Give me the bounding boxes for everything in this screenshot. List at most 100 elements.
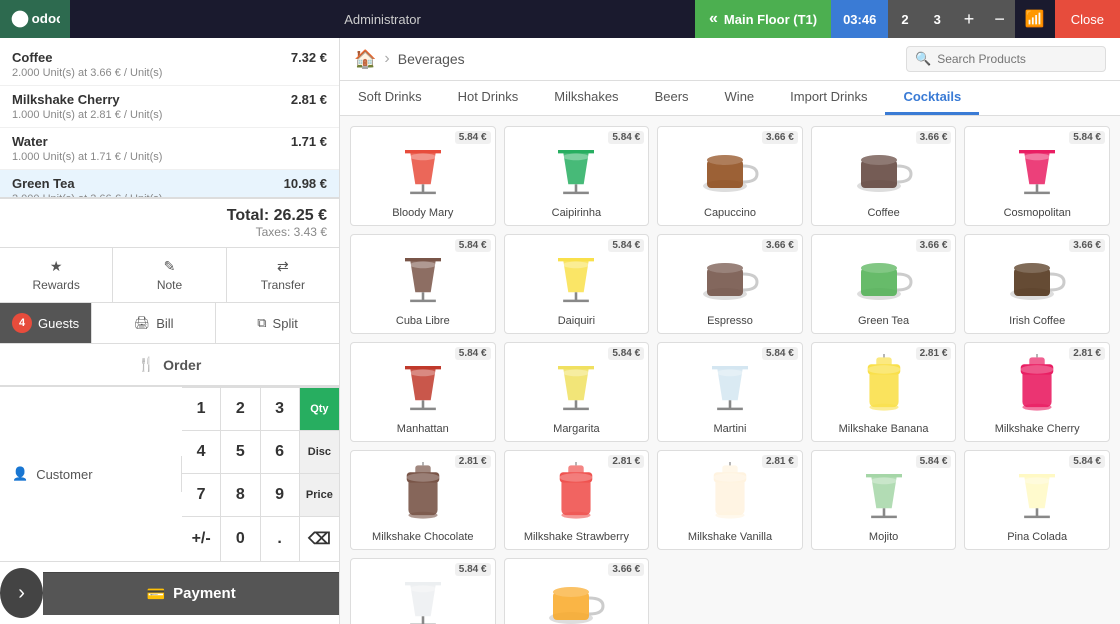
product-image [383, 241, 463, 311]
cat-tab-milk[interactable]: Milkshakes [536, 81, 636, 115]
floor-button[interactable]: « Main Floor (T1) [695, 0, 831, 38]
product-card[interactable]: 5.84 € Martini [657, 342, 803, 442]
product-name: Cosmopolitan [1004, 207, 1071, 219]
cat-tab-soft[interactable]: Soft Drinks [340, 81, 440, 115]
numpad-key-[interactable]: . [261, 516, 300, 561]
payment-button[interactable]: 💳 Payment [43, 572, 339, 615]
product-image [844, 457, 924, 527]
product-card[interactable]: 5.84 € Daiquiri [504, 234, 650, 334]
order-item[interactable]: Coffee 7.32 € 2.000 Unit(s) at 3.66 € / … [0, 44, 339, 86]
item-detail: 2.000 Unit(s) at 3.66 € / Unit(s) [12, 67, 327, 79]
product-card[interactable]: 3.66 € Espresso [657, 234, 803, 334]
product-image [383, 349, 463, 419]
note-button[interactable]: ✎ Note [113, 248, 226, 302]
product-card[interactable]: 5.84 € Margarita [504, 342, 650, 442]
transfer-button[interactable]: ⇄ Transfer [227, 248, 339, 302]
order-btn-row: 🍴 Order [0, 343, 339, 385]
customer-label: Customer [36, 467, 92, 482]
product-card[interactable]: 5.84 € Bloody Mary [350, 126, 496, 226]
cat-tab-import[interactable]: Import Drinks [772, 81, 885, 115]
product-price: 5.84 € [916, 455, 952, 468]
product-price: 5.84 € [1069, 455, 1105, 468]
product-card[interactable]: 5.84 € Cosmopolitan [964, 126, 1110, 226]
timer-2-value: 2 [901, 12, 908, 27]
cat-tab-hot[interactable]: Hot Drinks [440, 81, 537, 115]
product-name: Manhattan [397, 423, 449, 435]
product-price: 5.84 € [608, 239, 644, 252]
bill-button[interactable]: 🖨 Bill [91, 303, 216, 343]
product-image [536, 565, 616, 624]
numpad-key-1[interactable]: 1 [182, 387, 221, 430]
timer-1-button[interactable]: 03:46 [831, 0, 889, 38]
product-card[interactable]: 2.81 € Milkshake Cherry [964, 342, 1110, 442]
numpad-key-7[interactable]: 7 [182, 473, 221, 516]
product-card[interactable]: 3.66 € Capuccino [657, 126, 803, 226]
numpad-key-9[interactable]: 9 [261, 473, 300, 516]
product-card[interactable]: 3.66 € Irish Coffee [964, 234, 1110, 334]
numpad-top: 👤 Customer 123Qty 456Disc 789Price +/-0.⌫ [0, 387, 339, 561]
product-name: Martini [713, 423, 746, 435]
product-price: 5.84 € [455, 239, 491, 252]
numpad-key-[interactable]: +/- [182, 516, 221, 561]
search-input[interactable] [937, 52, 1097, 66]
numpad-key-2[interactable]: 2 [221, 387, 260, 430]
numpad-key-0[interactable]: 0 [221, 516, 260, 561]
cat-tab-wine[interactable]: Wine [707, 81, 773, 115]
product-name: Espresso [707, 315, 753, 327]
order-item[interactable]: Water 1.71 € 1.000 Unit(s) at 1.71 € / U… [0, 128, 339, 170]
cat-tab-cocktail[interactable]: Cocktails [885, 81, 979, 115]
product-card[interactable]: 3.66 € Green Tea [811, 234, 957, 334]
rewards-button[interactable]: ★ Rewards [0, 248, 113, 302]
order-button[interactable]: 🍴 Order [0, 344, 339, 385]
timer-minus-button[interactable]: − [984, 0, 1015, 38]
item-name: Coffee [12, 50, 52, 65]
split-button[interactable]: ⧉ Split [216, 303, 339, 343]
numpad-key-4[interactable]: 4 [182, 430, 221, 473]
numpad-key-Price[interactable]: Price [300, 473, 339, 516]
order-item[interactable]: Milkshake Cherry 2.81 € 1.000 Unit(s) at… [0, 86, 339, 128]
timer-plus-button[interactable]: + [954, 0, 985, 38]
svg-text:odoo: odoo [32, 11, 60, 26]
product-card[interactable]: 2.81 € Milkshake Banana [811, 342, 957, 442]
numpad-key-6[interactable]: 6 [261, 430, 300, 473]
guests-button[interactable]: 4 Guests [0, 303, 91, 343]
product-image [536, 241, 616, 311]
timer-2-button[interactable]: 2 [889, 0, 921, 38]
close-button[interactable]: Close [1055, 0, 1120, 38]
payment-arrow-button[interactable]: › [0, 568, 43, 618]
product-card[interactable]: 2.81 € Milkshake Chocolate [350, 450, 496, 550]
product-name: Milkshake Chocolate [372, 531, 474, 543]
product-card[interactable]: 2.81 € Milkshake Vanilla [657, 450, 803, 550]
product-card[interactable]: 5.84 € Caipirinha [504, 126, 650, 226]
numpad-key-Qty[interactable]: Qty [300, 387, 339, 430]
product-card[interactable]: 3.66 € Coffee [811, 126, 957, 226]
timer-3-button[interactable]: 3 [922, 0, 954, 38]
numpad-key-Disc[interactable]: Disc [300, 430, 339, 473]
product-card[interactable]: 5.84 € White Russian [350, 558, 496, 624]
main-layout: Coffee 7.32 € 2.000 Unit(s) at 3.66 € / … [0, 38, 1120, 624]
numpad-key-[interactable]: ⌫ [300, 516, 339, 561]
product-price: 5.84 € [608, 131, 644, 144]
product-price: 3.66 € [916, 131, 952, 144]
product-card[interactable]: 5.84 € Pina Colada [964, 450, 1110, 550]
product-card[interactable]: 2.81 € Milkshake Strawberry [504, 450, 650, 550]
order-item[interactable]: Green Tea 10.98 € 3.000 Unit(s) at 3.66 … [0, 170, 339, 197]
top-bar: odoo Administrator « Main Floor (T1) 03:… [0, 0, 1120, 38]
product-name: Caipirinha [552, 207, 602, 219]
customer-button[interactable]: 👤 Customer [0, 456, 182, 492]
numpad-key-3[interactable]: 3 [261, 387, 300, 430]
numpad-key-5[interactable]: 5 [221, 430, 260, 473]
product-card[interactable]: 3.66 € Yellow Tea [504, 558, 650, 624]
home-icon[interactable]: 🏠 [354, 49, 376, 70]
product-card[interactable]: 5.84 € Mojito [811, 450, 957, 550]
product-image [536, 349, 616, 419]
product-price: 2.81 € [1069, 347, 1105, 360]
customer-icon: 👤 [12, 466, 28, 482]
item-price: 7.32 € [291, 50, 327, 65]
breadcrumb-bar: 🏠 › Beverages 🔍 [340, 38, 1120, 81]
product-card[interactable]: 5.84 € Manhattan [350, 342, 496, 442]
product-card[interactable]: 5.84 € Cuba Libre [350, 234, 496, 334]
cat-tab-beer[interactable]: Beers [637, 81, 707, 115]
numpad-key-8[interactable]: 8 [221, 473, 260, 516]
product-name: Coffee [867, 207, 899, 219]
